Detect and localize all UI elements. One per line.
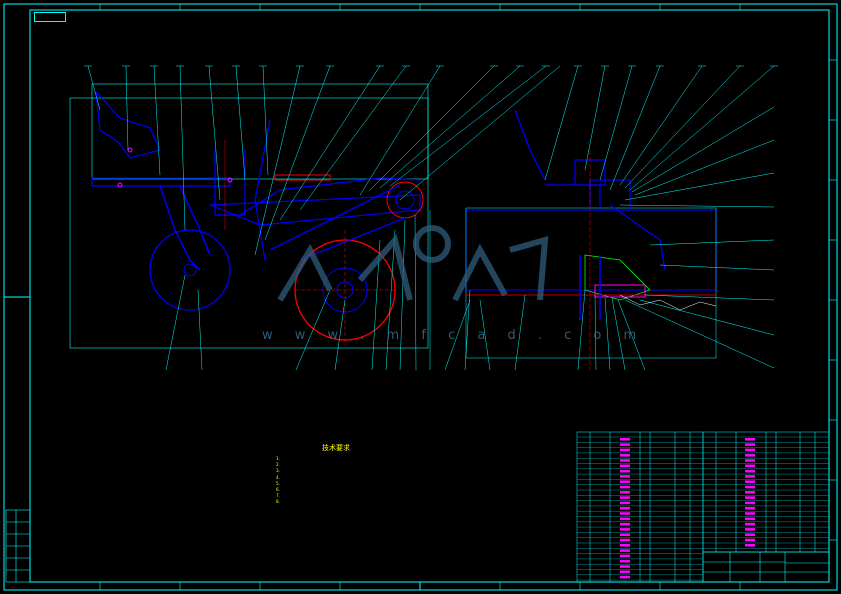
parts-list-cell-mark	[745, 496, 755, 499]
parts-list-cell-mark	[745, 501, 755, 505]
title-block-name	[791, 563, 827, 571]
parts-list-cell-mark	[745, 438, 755, 441]
parts-list-cell-mark	[745, 506, 755, 510]
parts-list-left	[576, 431, 704, 583]
parts-list-cell-mark	[620, 491, 630, 494]
parts-list-cell-mark	[745, 528, 755, 531]
revision-table	[5, 509, 31, 583]
parts-list-cell-mark	[620, 496, 630, 499]
parts-list-cell-mark	[620, 438, 630, 441]
drawing-number-tag	[34, 12, 66, 22]
parts-list-cell-mark	[620, 570, 630, 574]
parts-list-cell-mark	[745, 491, 755, 494]
parts-list-cell-mark	[620, 506, 630, 510]
parts-list-cell-mark	[745, 464, 755, 468]
parts-list-cell-mark	[620, 533, 630, 536]
parts-list-cell-mark	[745, 443, 755, 446]
technical-notes-heading: 技术要求	[322, 444, 350, 452]
parts-list-cell-mark	[745, 448, 755, 452]
parts-list-cell-mark	[745, 475, 755, 478]
parts-list-cell-mark	[745, 544, 755, 547]
parts-list-cell-mark	[620, 475, 630, 478]
leader-lines	[87, 65, 775, 371]
parts-list-cell-mark	[620, 538, 630, 542]
parts-list-cell-mark	[745, 480, 755, 483]
parts-list-cell-mark	[620, 448, 630, 452]
parts-list-cell-mark	[620, 453, 630, 457]
parts-list-cell-mark	[620, 517, 630, 521]
parts-list-cell-mark	[745, 459, 755, 462]
parts-list-cell-mark	[745, 533, 755, 536]
parts-list-cell-mark	[620, 485, 630, 489]
title-block-code	[785, 574, 827, 581]
parts-list-cell-mark	[745, 538, 755, 542]
parts-list-cell-mark	[620, 512, 630, 515]
parts-list-cell-mark	[620, 480, 630, 483]
parts-list-cell-mark	[620, 575, 630, 579]
parts-list-cell-mark	[745, 517, 755, 521]
sheet-border	[3, 3, 838, 591]
watermark-logo-icon	[277, 225, 549, 302]
parts-list-cell-mark	[620, 544, 630, 547]
parts-list-cell-mark	[745, 453, 755, 457]
technical-note: 8.	[276, 499, 280, 505]
parts-list-cell-mark	[620, 443, 630, 446]
parts-list-cell-mark	[620, 565, 630, 568]
parts-list-cell-mark	[620, 459, 630, 462]
watermark-text: w w w . m f c a d . c o m	[262, 328, 646, 343]
cad-drawing	[3, 3, 838, 591]
parts-list-cell-mark	[745, 512, 755, 515]
technical-notes: 技术要求 1. 2. 3. 4. 5. 6. 7. 8.	[276, 444, 396, 506]
parts-list-cell-mark	[620, 522, 630, 526]
parts-list-cell-mark	[745, 485, 755, 489]
parts-list-cell-mark	[620, 554, 630, 558]
parts-list-cell-mark	[620, 549, 630, 552]
zone-ticks	[4, 4, 837, 590]
parts-list-cell-mark	[620, 469, 630, 473]
parts-list-cell-mark	[745, 522, 755, 526]
parts-list-cell-mark	[620, 501, 630, 505]
drawing-frame	[29, 9, 830, 583]
parts-list-cell-mark	[620, 559, 630, 563]
parts-list-cell-mark	[620, 528, 630, 531]
parts-list-cell-mark	[620, 464, 630, 468]
parts-list-cell-mark	[745, 469, 755, 473]
parts-list-right	[702, 431, 830, 553]
side-view	[69, 83, 429, 349]
